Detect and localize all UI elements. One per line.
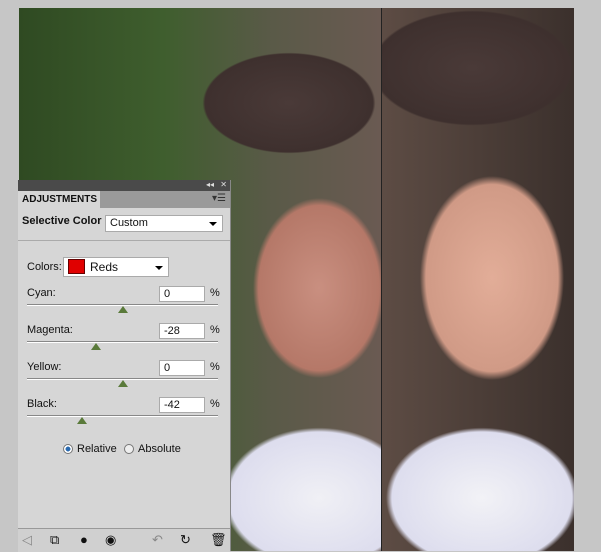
slider-label: Yellow: [27,361,62,373]
percent-unit: % [210,361,220,373]
chevron-down-icon [209,222,217,226]
tab-adjustments[interactable]: ADJUSTMENTS [18,191,100,208]
preset-value: Custom [110,217,148,229]
panel-bottom-toolbar: ◁ ⧉ ● ◉ ↶ ↻ 🗑 [18,528,230,552]
slider-thumb[interactable] [117,306,128,313]
slider-label: Cyan: [27,287,56,299]
chevron-down-icon [155,266,163,270]
colors-value: Reds [90,260,119,274]
slider-thumb[interactable] [77,417,88,424]
color-swatch [68,259,85,274]
absolute-label: Absolute [138,443,181,455]
trash-icon[interactable]: 🗑 [210,532,227,548]
colors-dropdown[interactable]: Reds [63,257,169,277]
panel-title-bar: ◂◂ ✕ [18,180,230,191]
relative-label: Relative [77,443,117,455]
adjustment-name: Selective Color [22,215,102,227]
method-relative[interactable]: Relative [63,443,117,455]
slider-value: 0 [164,362,171,374]
radio-relative[interactable] [63,444,73,454]
slider-value: -42 [164,399,180,411]
mask-icon[interactable]: ● [80,532,88,547]
slider-value: 0 [164,288,171,300]
slider-label: Magenta: [27,324,73,336]
preset-dropdown[interactable]: Custom [105,215,223,232]
divider [18,240,230,241]
slider-thumb[interactable] [90,343,101,350]
method-absolute[interactable]: Absolute [124,443,181,455]
close-icon[interactable]: ✕ [220,180,227,189]
clip-to-layer-icon[interactable]: ⧉ [50,532,59,548]
previous-state-icon[interactable]: ↶ [152,532,163,548]
slider-value-input[interactable]: 0 [159,286,205,302]
reset-icon[interactable]: ↻ [180,532,191,548]
tab-row: ADJUSTMENTS ▾☰ [18,191,230,208]
slider-track[interactable] [27,415,218,417]
double-chevron-left-icon[interactable]: ◂◂ [206,180,214,189]
slider-track[interactable] [27,341,218,343]
slider-value: -28 [164,325,180,337]
percent-unit: % [210,324,220,336]
photo-after [381,8,574,551]
colors-label: Colors: [27,261,62,273]
panel-menu-icon[interactable]: ▾☰ [212,193,226,204]
percent-unit: % [210,287,220,299]
adjustments-panel: ◂◂ ✕ ADJUSTMENTS ▾☰ Selective Color Cust… [18,180,231,552]
slider-thumb[interactable] [117,380,128,387]
eye-icon[interactable]: ◉ [105,532,116,548]
slider-value-input[interactable]: -42 [159,397,205,413]
radio-absolute[interactable] [124,444,134,454]
slider-label: Black: [27,398,57,410]
back-arrow-icon[interactable]: ◁ [22,532,32,548]
slider-value-input[interactable]: -28 [159,323,205,339]
slider-value-input[interactable]: 0 [159,360,205,376]
percent-unit: % [210,398,220,410]
